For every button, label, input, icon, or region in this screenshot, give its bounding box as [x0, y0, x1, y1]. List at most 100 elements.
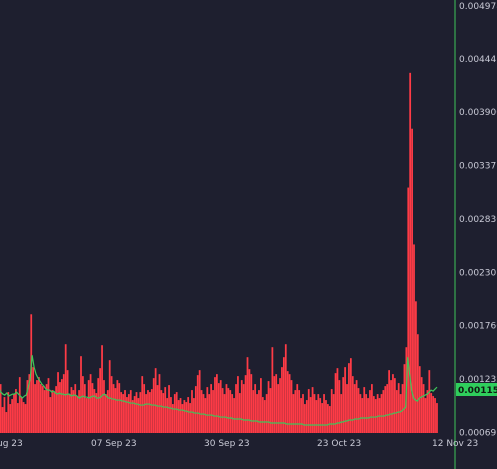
volume-bar	[51, 390, 54, 433]
price-chart[interactable]: 0.004978 0.00444 0.003906 0.003371 0.002836 0…	[0, 0, 497, 469]
volume-bar	[361, 398, 364, 433]
volume-bar	[9, 404, 12, 433]
volume-bar	[16, 403, 19, 433]
y-tick-label: 0.003906	[459, 108, 497, 118]
volume-bar	[277, 384, 279, 433]
volume-bar	[426, 390, 429, 433]
volume-bar	[173, 394, 176, 433]
current-price-tag: 0.001152	[456, 383, 497, 396]
volume-bar	[382, 390, 385, 433]
volume-bar	[162, 393, 165, 433]
volume-bar	[328, 406, 331, 433]
volume-bar	[129, 390, 132, 433]
volume-bar	[105, 394, 107, 433]
volume-bar	[367, 398, 369, 433]
volume-bar	[89, 374, 92, 433]
volume-bar	[399, 394, 402, 433]
volume-bar	[198, 370, 201, 433]
volume-bar	[313, 394, 316, 433]
volume-bar	[269, 388, 272, 433]
volume-bar	[158, 374, 161, 433]
volume-bar	[95, 393, 98, 433]
volume-bar	[386, 384, 389, 433]
volume-bar	[112, 384, 115, 433]
volume-bar	[229, 390, 232, 433]
volume-bar	[32, 367, 35, 433]
volume-bar	[124, 390, 126, 433]
y-tick-label: 0.003371	[459, 162, 497, 172]
volume-bar	[196, 375, 199, 433]
volume-bar	[327, 404, 329, 433]
current-price-label: 0.001152	[458, 386, 497, 396]
volume-bar	[66, 370, 69, 433]
volume-bar	[83, 384, 86, 433]
volume-bar	[62, 374, 65, 433]
volume-bar	[137, 398, 140, 433]
chart-canvas[interactable]: 0.004978 0.00444 0.003906 0.003371 0.002836 0…	[0, 0, 497, 469]
volume-bar	[214, 377, 216, 433]
volume-bar	[3, 397, 6, 433]
volume-bar	[114, 388, 117, 433]
volume-bar	[395, 390, 398, 433]
x-tick-label: ug 23	[0, 439, 23, 449]
volume-bar	[254, 384, 257, 433]
volume-bar	[38, 377, 40, 433]
volume-bar	[365, 394, 368, 433]
volume-bar	[250, 374, 253, 433]
volume-bar	[91, 383, 94, 433]
volume-bar	[212, 390, 214, 433]
volume-bar	[275, 374, 278, 433]
x-tick-label: 12 Nov 23	[432, 439, 478, 449]
volume-bar	[97, 378, 100, 433]
volume-bar	[235, 384, 237, 433]
volume-bar	[43, 390, 46, 433]
volume-bar	[323, 394, 325, 433]
volume-bar	[194, 386, 197, 433]
volume-bar	[296, 384, 299, 433]
volume-bar	[344, 367, 346, 433]
volume-bar	[149, 392, 151, 433]
volume-bar	[1, 407, 4, 433]
volume-bar	[223, 394, 226, 433]
volume-bar	[233, 398, 235, 433]
volume-bar	[240, 380, 243, 433]
volume-bar	[103, 380, 105, 433]
volume-bar	[206, 387, 209, 433]
volume-bar	[263, 400, 266, 433]
volume-bar	[319, 398, 322, 433]
volume-bar	[80, 356, 82, 433]
volume-bar	[22, 402, 25, 433]
volume-bar	[166, 398, 168, 433]
volume-bar	[392, 374, 394, 433]
volume-bar	[68, 394, 71, 433]
volume-bar	[200, 390, 203, 433]
volume-bar	[64, 344, 67, 433]
volume-bar	[53, 392, 56, 433]
volume-bar	[260, 378, 262, 433]
volume-bar	[315, 400, 318, 433]
volume-bar	[13, 394, 15, 433]
volume-bar	[346, 384, 348, 433]
volume-bar	[330, 389, 333, 433]
volume-bar	[18, 377, 21, 433]
volume-bar	[11, 399, 13, 433]
volume-bar	[369, 390, 371, 433]
volume-bar	[227, 388, 230, 433]
volume-bar	[304, 404, 306, 433]
volume-bar	[384, 386, 387, 433]
volume-bar	[407, 187, 410, 433]
volume-bar	[256, 394, 258, 433]
volume-bar	[357, 388, 360, 433]
volume-bar	[185, 402, 188, 433]
y-tick-label: 0.001766	[459, 322, 497, 332]
volume-bar	[116, 380, 119, 433]
volume-bar	[355, 380, 358, 433]
volume-bar	[85, 398, 88, 433]
volume-bar	[5, 412, 8, 433]
volume-bar	[143, 384, 146, 433]
volume-bar	[47, 378, 50, 433]
volume-bar	[422, 384, 425, 433]
volume-bar	[39, 384, 42, 433]
volume-bar	[120, 392, 123, 433]
volume-bar	[292, 394, 295, 433]
